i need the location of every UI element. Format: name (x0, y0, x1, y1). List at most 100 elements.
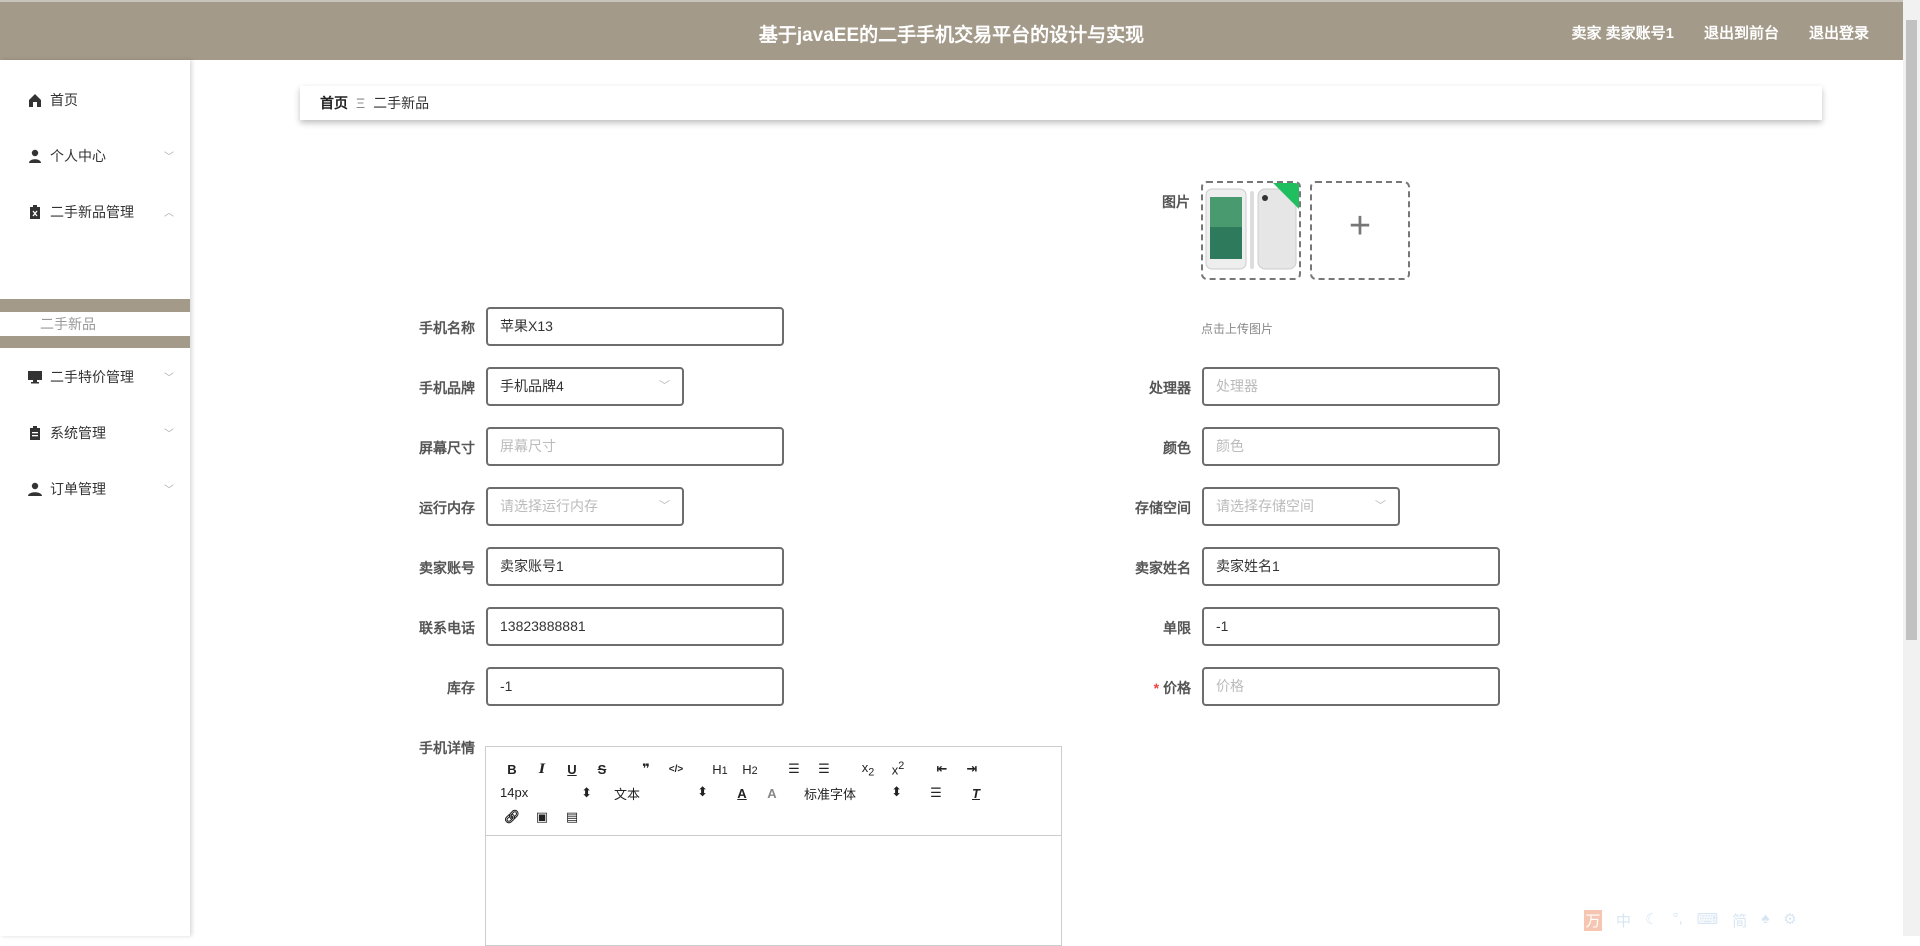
brand-value: 手机品牌4 (500, 378, 564, 394)
breadcrumb: 首页 Ξ 二手新品 (300, 86, 1822, 120)
font-family-value: 标准字体 (804, 786, 857, 802)
skin-icon[interactable]: ♠ (1761, 910, 1769, 931)
back-to-front-link[interactable]: 退出到前台 (1704, 22, 1779, 43)
sidebar-item-orders[interactable]: 订单管理 ﹀ (0, 469, 190, 509)
editor-content[interactable] (486, 836, 1061, 946)
indent-icon[interactable]: ⇥ (960, 761, 984, 777)
chevron-down-icon: ﹀ (164, 152, 174, 163)
chevron-down-icon: ﹀ (1375, 500, 1386, 512)
ordered-list-icon[interactable]: ☰ (782, 761, 806, 777)
image-icon[interactable]: ▣ (530, 809, 554, 825)
monitor-icon (28, 370, 42, 384)
sidebar: 首页 个人中心 ﹀ 二手新品管理 ︿ 二手新品 二手特价管理 ﹀ 系统管理 ﹀ … (0, 60, 190, 936)
sidebar-item-label: 二手特价管理 (50, 369, 134, 385)
ime-mode[interactable]: 简 (1732, 910, 1747, 931)
link-icon[interactable]: 🔗︎ (500, 809, 524, 825)
storage-select[interactable]: 请选择存储空间 ﹀ (1202, 487, 1400, 526)
bullet-list-icon[interactable]: ☰ (812, 761, 836, 777)
phone-label: 联系电话 (419, 620, 475, 636)
background-color-icon[interactable]: A (760, 786, 784, 801)
seller-account-input[interactable]: 卖家账号1 (486, 547, 784, 586)
phone-image (1205, 183, 1299, 270)
format-select[interactable]: 文本 ⬍ (610, 784, 730, 803)
uploaded-image[interactable] (1201, 181, 1301, 280)
punctuation-icon[interactable]: °, (1672, 910, 1682, 931)
color-input[interactable]: 颜色 (1202, 427, 1500, 466)
moon-icon[interactable]: ☾ (1645, 910, 1658, 931)
subscript-icon[interactable]: x2 (856, 760, 880, 779)
chevron-up-icon: ︿ (164, 208, 174, 219)
font-size-select[interactable]: 14px ⬍ (500, 785, 610, 801)
sidebar-item-personal[interactable]: 个人中心 ﹀ (0, 136, 190, 176)
chevron-down-icon: ﹀ (659, 380, 670, 392)
font-family-select[interactable]: 标准字体 ⬍ (804, 784, 924, 803)
scrollbar-thumb[interactable] (1906, 20, 1917, 640)
clipboard-icon (28, 426, 42, 440)
cpu-input[interactable]: 处理器 (1202, 367, 1500, 406)
chevron-down-icon: ﹀ (164, 485, 174, 496)
sidebar-item-home[interactable]: 首页 (0, 80, 190, 120)
top-header: 基于javaEE的二手手机交易平台的设计与实现 卖家 卖家账号1 退出到前台 退… (0, 0, 1903, 60)
updown-icon: ⬍ (697, 783, 708, 799)
settings-icon[interactable]: ⚙ (1783, 910, 1796, 931)
stock-input[interactable]: -1 (486, 667, 784, 706)
sidebar-subitem-new-goods[interactable]: 二手新品 (0, 312, 190, 336)
breadcrumb-current: 二手新品 (373, 95, 430, 111)
text-color-icon[interactable]: A (730, 786, 754, 801)
updown-icon: ⬍ (581, 785, 592, 800)
underline-icon[interactable]: U (560, 762, 584, 777)
outdent-icon[interactable]: ⇤ (930, 761, 954, 777)
clipboard-x-icon (28, 205, 42, 219)
add-image-button[interactable]: + (1310, 181, 1410, 280)
chevron-down-icon: ﹀ (164, 373, 174, 384)
code-block-icon[interactable]: </> (664, 764, 688, 775)
logout-link[interactable]: 退出登录 (1809, 22, 1869, 43)
align-icon[interactable]: ☰ (924, 785, 948, 801)
sidebar-item-label: 二手新品管理 (50, 204, 134, 220)
keyboard-icon[interactable]: ⌨ (1697, 910, 1719, 931)
upload-hint: 点击上传图片 (1201, 322, 1274, 336)
strike-icon[interactable]: S (590, 762, 614, 777)
sidebar-item-label: 系统管理 (50, 425, 106, 441)
video-icon[interactable]: ▤ (560, 809, 584, 825)
superscript-icon[interactable]: x2 (886, 760, 910, 777)
blockquote-icon[interactable]: ❞ (634, 761, 658, 777)
name-label: 手机名称 (419, 320, 475, 336)
header-2-icon[interactable]: H2 (738, 762, 762, 777)
ram-select[interactable]: 请选择运行内存 ﹀ (486, 487, 684, 526)
current-user: 卖家 卖家账号1 (1571, 25, 1674, 42)
color-label: 颜色 (1163, 440, 1191, 456)
home-icon (28, 93, 42, 107)
italic-icon[interactable]: I (530, 762, 554, 777)
ime-language[interactable]: 中 (1616, 910, 1631, 931)
clear-format-icon[interactable]: T (964, 786, 988, 801)
seller-name-input[interactable]: 卖家姓名1 (1202, 547, 1500, 586)
editor-toolbar: B I U S ❞ </> H1 H2 ☰ ☰ x2 x2 ⇤ ⇥ 14px ⬍ … (486, 747, 1061, 836)
users-icon (28, 482, 42, 496)
chevron-down-icon: ﹀ (659, 500, 670, 512)
header-1-icon[interactable]: H1 (708, 762, 732, 777)
updown-icon: ⬍ (891, 783, 902, 799)
stock-label: 库存 (447, 680, 475, 696)
seller-name-label: 卖家姓名 (1135, 560, 1191, 576)
ram-label: 运行内存 (419, 500, 475, 516)
chevron-down-icon: ﹀ (164, 429, 174, 440)
ime-toolbar: 万 中 ☾ °, ⌨ 简 ♠ ⚙ (1584, 910, 1797, 931)
scrollbar[interactable] (1903, 0, 1920, 936)
bold-icon[interactable]: B (500, 762, 524, 777)
breadcrumb-home[interactable]: 首页 (320, 95, 348, 111)
contact-phone-input[interactable]: 13823888881 (486, 607, 784, 646)
storage-label: 存储空间 (1135, 500, 1191, 516)
sidebar-item-system[interactable]: 系统管理 ﹀ (0, 413, 190, 453)
phone-name-input[interactable]: 苹果X13 (486, 307, 784, 346)
price-input[interactable]: 价格 (1202, 667, 1500, 706)
ram-placeholder: 请选择运行内存 (500, 498, 598, 514)
rich-text-editor: B I U S ❞ </> H1 H2 ☰ ☰ x2 x2 ⇤ ⇥ 14px ⬍ … (485, 746, 1062, 946)
details-label: 手机详情 (419, 740, 475, 756)
brand-label: 手机品牌 (419, 380, 475, 396)
brand-select[interactable]: 手机品牌4 ﹀ (486, 367, 684, 406)
sidebar-item-special[interactable]: 二手特价管理 ﹀ (0, 357, 190, 397)
sidebar-item-new-goods[interactable]: 二手新品管理 ︿ (0, 192, 190, 232)
limit-input[interactable]: -1 (1202, 607, 1500, 646)
screen-size-input[interactable]: 屏幕尺寸 (486, 427, 784, 466)
